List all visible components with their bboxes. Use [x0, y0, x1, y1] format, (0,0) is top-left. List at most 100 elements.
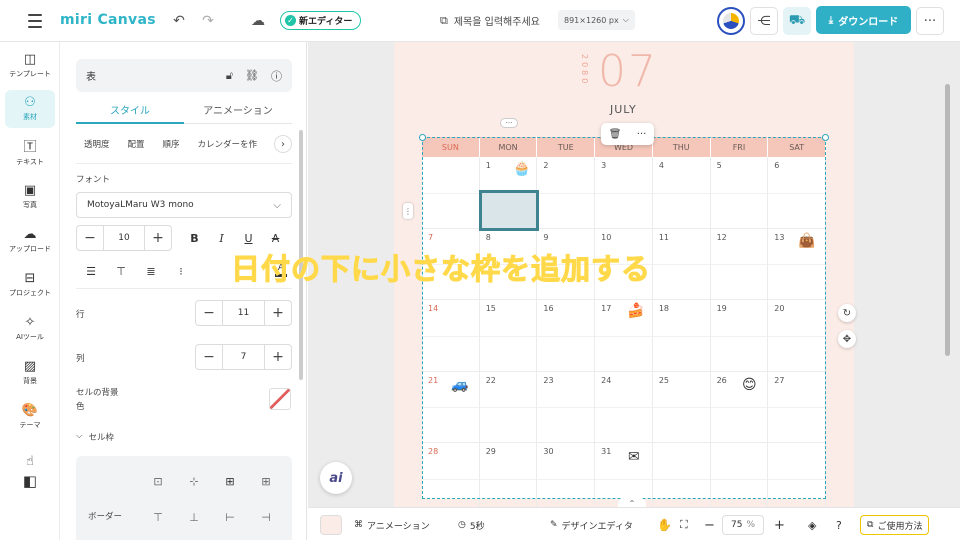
redo-icon[interactable]: ↷: [196, 9, 220, 33]
calendar-cell[interactable]: [652, 443, 711, 507]
border-none-icon[interactable]: ⊹: [187, 474, 201, 488]
cols-stepper[interactable]: − 7 +: [195, 344, 292, 370]
envelope-icon[interactable]: ✉: [628, 450, 640, 464]
tab-animation[interactable]: アニメーション: [184, 96, 292, 124]
calendar-cell[interactable]: [422, 157, 480, 229]
calendar-cell[interactable]: [768, 443, 826, 507]
subtab-order[interactable]: 順序: [163, 138, 180, 150]
plus-icon[interactable]: +: [265, 301, 291, 325]
design-editor-button[interactable]: ✎ デザインエディタ: [550, 515, 633, 535]
drag-handle-icon[interactable]: ⋮: [403, 203, 413, 219]
calendar-cell[interactable]: 28: [422, 443, 480, 507]
subtab-calendar[interactable]: カレンダーを作: [198, 138, 258, 150]
rows-stepper[interactable]: − 11 +: [195, 300, 292, 326]
rows-value[interactable]: 11: [222, 301, 265, 325]
calendar-cell[interactable]: 4: [652, 157, 711, 229]
bold-icon[interactable]: B: [181, 225, 208, 251]
calendar-cell[interactable]: 15: [479, 300, 538, 372]
menu-icon[interactable]: [24, 11, 46, 31]
chevron-right-icon[interactable]: ›: [274, 135, 292, 153]
print-order-button[interactable]: ⛟: [783, 7, 811, 35]
share-button[interactable]: ⋲: [750, 7, 778, 35]
calendar-cell[interactable]: 23: [537, 371, 596, 443]
how-to-use-button[interactable]: ⧉ ご使用方法: [860, 515, 930, 535]
subtab-opacity[interactable]: 透明度: [84, 138, 110, 150]
cloud-save-icon[interactable]: ☁: [246, 9, 270, 33]
vertical-align-icon[interactable]: ⊤: [106, 258, 136, 284]
plus-icon[interactable]: +: [145, 226, 171, 250]
layers-icon[interactable]: ◈: [808, 515, 816, 535]
font-size-value[interactable]: 10: [103, 226, 145, 250]
page-color-swatch[interactable]: [320, 515, 342, 535]
calendar-cell[interactable]: 19: [710, 300, 769, 372]
help-circle-icon[interactable]: ?: [836, 515, 842, 535]
cols-value[interactable]: 7: [222, 345, 265, 369]
lock-icon[interactable]: 🔓︎: [226, 69, 233, 83]
chevron-up-icon[interactable]: ⌃: [618, 498, 646, 507]
plus-icon[interactable]: +: [265, 345, 291, 369]
info-icon[interactable]: ⓘ: [271, 68, 282, 84]
new-editor-toggle[interactable]: ✓ 新エディター: [280, 11, 362, 30]
car-icon[interactable]: 🚙: [451, 378, 468, 392]
zoom-input[interactable]: 75 %: [722, 515, 764, 535]
sidebar-item-photo[interactable]: ▣ 写真: [5, 178, 55, 216]
sidebar-item-upload[interactable]: ☁ アップロード: [5, 222, 55, 260]
app-logo[interactable]: miri Canvas: [60, 9, 156, 31]
border-all-icon[interactable]: ⊞: [223, 474, 237, 488]
animation-button[interactable]: ⌘ アニメーション: [354, 515, 430, 535]
calendar-cell[interactable]: 24: [595, 371, 653, 443]
table-more-handle[interactable]: ···: [500, 118, 518, 128]
cell-bg-color-swatch[interactable]: [269, 388, 291, 410]
sidebar-item-template[interactable]: ◫ テンプレート: [5, 47, 55, 85]
rotate-icon[interactable]: ↻: [838, 304, 856, 322]
page-size-select[interactable]: 891×1260 px ⌵: [558, 10, 635, 30]
border-top-icon[interactable]: ⊤: [151, 510, 165, 524]
duration-button[interactable]: ◷ 5秒: [458, 515, 485, 535]
border-inner-icon[interactable]: ⊞: [259, 474, 273, 488]
resize-handle-tl[interactable]: [419, 134, 426, 141]
line-spacing-icon[interactable]: ≣: [136, 258, 166, 284]
undo-icon[interactable]: ↶: [167, 9, 191, 33]
added-small-box[interactable]: [479, 190, 539, 231]
subtab-arrange[interactable]: 配置: [128, 138, 145, 150]
more-icon[interactable]: ···: [637, 129, 647, 140]
sidebar-item-book[interactable]: ◧: [5, 462, 55, 500]
calendar-cell[interactable]: 16: [537, 300, 596, 372]
cell-border-section[interactable]: ⌵ セル枠: [76, 431, 114, 443]
calendar-cell[interactable]: 22: [479, 371, 538, 443]
border-outer-icon[interactable]: ⊡: [151, 474, 165, 488]
align-left-icon[interactable]: ☰: [76, 258, 106, 284]
calendar-cell[interactable]: [710, 443, 769, 507]
calendar-cell[interactable]: 27: [768, 371, 826, 443]
calendar-cell[interactable]: 2: [537, 157, 596, 229]
border-left-icon[interactable]: ⊢: [223, 510, 237, 524]
sidebar-item-text[interactable]: 🅃 テキスト: [5, 135, 55, 173]
calendar-cell[interactable]: 18: [652, 300, 711, 372]
calendar-cell[interactable]: 3: [595, 157, 653, 229]
calendar-cell[interactable]: 30: [537, 443, 596, 507]
resize-handle-tr[interactable]: [822, 134, 829, 141]
more-menu-button[interactable]: ···: [916, 7, 944, 35]
avatar[interactable]: [717, 7, 745, 35]
bag-icon[interactable]: 👜: [798, 234, 815, 248]
cupcake-icon[interactable]: 🧁: [513, 162, 530, 176]
border-bottom-icon[interactable]: ⊥: [187, 510, 201, 524]
calendar-cell[interactable]: 14: [422, 300, 480, 372]
font-select[interactable]: MotoyaLMaru W3 mono ⌵: [76, 192, 292, 218]
fullscreen-icon[interactable]: ⛶: [680, 515, 688, 535]
calendar-cell[interactable]: 6: [768, 157, 826, 229]
cake-icon[interactable]: 🍰: [627, 304, 644, 318]
month-name[interactable]: JULY: [610, 103, 637, 116]
zoom-out-icon[interactable]: −: [704, 515, 715, 535]
sidebar-item-elements[interactable]: ⚇ 素材: [5, 90, 55, 128]
calendar-cell[interactable]: 5: [710, 157, 769, 229]
zoom-field[interactable]: 75 %: [722, 515, 764, 535]
hand-tool-icon[interactable]: ✋: [657, 515, 672, 535]
trash-icon[interactable]: 🗑: [609, 129, 622, 140]
calendar-cell[interactable]: 20: [768, 300, 826, 372]
calendar-cell[interactable]: 25: [652, 371, 711, 443]
ai-assistant-button[interactable]: ai: [320, 462, 352, 494]
document-title[interactable]: ⧉ 제목을 입력해주세요: [440, 11, 540, 30]
zoom-in-icon[interactable]: +: [774, 515, 785, 535]
tab-style[interactable]: スタイル: [76, 96, 184, 124]
